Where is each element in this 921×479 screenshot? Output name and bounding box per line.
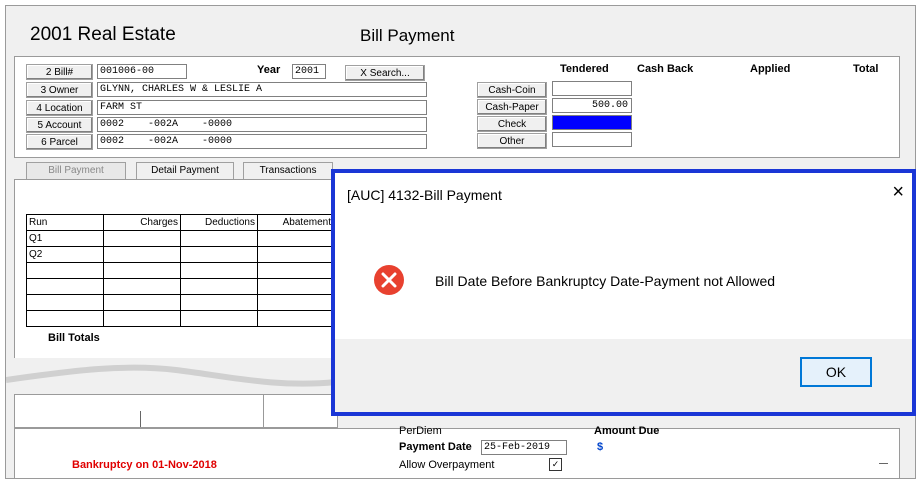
location-button[interactable]: 4 Location xyxy=(26,100,93,116)
grid-cell[interactable] xyxy=(180,246,258,263)
grid-header-deductions: Deductions xyxy=(180,214,258,231)
cash-coin-field[interactable] xyxy=(552,81,632,96)
check-button[interactable]: Check xyxy=(477,116,547,132)
grid-header-charges: Charges xyxy=(103,214,181,231)
bill-grid: Run Charges Deductions Abatements Q1 Q2 xyxy=(26,214,339,327)
dialog-message: Bill Date Before Bankruptcy Date-Payment… xyxy=(435,273,776,289)
cash-paper-button[interactable]: Cash-Paper xyxy=(477,99,547,115)
grid-cell[interactable] xyxy=(103,230,181,247)
applied-header: Applied xyxy=(750,63,791,75)
grid-cell[interactable] xyxy=(257,246,339,263)
grid-cell[interactable] xyxy=(26,294,104,311)
table-row[interactable] xyxy=(26,310,339,327)
dialog-footer: OK xyxy=(335,339,912,412)
lookup-panel: 2 Bill# 001006-00 Year 2001 X Search... … xyxy=(14,56,900,158)
table-row[interactable]: Q1 xyxy=(26,230,339,247)
payment-date-field[interactable]: 25-Feb-2019 xyxy=(481,440,567,455)
allow-overpayment-label: Allow Overpayment xyxy=(399,459,495,471)
payment-summary-panel: PerDiem Amount Due Payment Date 25-Feb-2… xyxy=(14,425,900,478)
grid-cell[interactable] xyxy=(257,278,339,295)
grid-header-row: Run Charges Deductions Abatements xyxy=(26,214,339,231)
amount-due-value: $ xyxy=(597,441,604,453)
cash-coin-button[interactable]: Cash-Coin xyxy=(477,82,547,98)
cash-back-header: Cash Back xyxy=(637,63,694,75)
location-field[interactable]: FARM ST xyxy=(97,100,427,115)
grid-cell[interactable] xyxy=(103,294,181,311)
bankruptcy-notice: Bankruptcy on 01-Nov-2018 xyxy=(72,459,217,471)
grid-cell[interactable] xyxy=(180,262,258,279)
screen-title: Bill Payment xyxy=(360,26,455,45)
grid-cell[interactable]: Q2 xyxy=(26,246,104,263)
ok-button[interactable]: OK xyxy=(800,357,872,387)
year-label: Year xyxy=(257,64,281,76)
table-row[interactable]: Q2 xyxy=(26,246,339,263)
grid-cell[interactable] xyxy=(257,262,339,279)
grid-cell[interactable] xyxy=(103,278,181,295)
grid-cell[interactable] xyxy=(180,278,258,295)
account-field[interactable]: 0002 -002A -0000 xyxy=(97,117,427,132)
grid-divider xyxy=(263,395,264,427)
grid-cell[interactable] xyxy=(257,294,339,311)
search-button[interactable]: X Search... xyxy=(345,65,425,81)
per-diem-label: PerDiem xyxy=(399,425,442,437)
grid-cell[interactable] xyxy=(103,262,181,279)
grid-cell[interactable] xyxy=(257,230,339,247)
grid-cell[interactable]: Q1 xyxy=(26,230,104,247)
grid-header-run: Run xyxy=(26,214,104,231)
allow-overpayment-checkbox[interactable]: ✓ xyxy=(549,458,562,471)
grid-cell[interactable] xyxy=(180,230,258,247)
amount-due-label: Amount Due xyxy=(594,425,660,437)
tab-transactions[interactable]: Transactions xyxy=(243,162,333,180)
tab-bill-payment[interactable]: Bill Payment xyxy=(26,162,126,180)
parcel-field[interactable]: 0002 -002A -0000 xyxy=(97,134,427,149)
owner-button[interactable]: 3 Owner xyxy=(26,82,93,98)
grid-cell[interactable] xyxy=(103,246,181,263)
bill-number-button[interactable]: 2 Bill# xyxy=(26,64,93,80)
table-row[interactable] xyxy=(26,278,339,295)
bill-totals-label: Bill Totals xyxy=(48,332,100,344)
parcel-button[interactable]: 6 Parcel xyxy=(26,134,93,150)
grid-cell[interactable] xyxy=(257,310,339,327)
grid-cell[interactable] xyxy=(103,310,181,327)
error-dialog: [AUC] 4132-Bill Payment × Bill Date Befo… xyxy=(331,169,916,416)
app-title: 2001 Real Estate xyxy=(30,24,176,45)
grid-divider xyxy=(140,411,141,427)
table-row[interactable] xyxy=(26,262,339,279)
dialog-title: [AUC] 4132-Bill Payment xyxy=(347,187,502,203)
tab-detail-payment[interactable]: Detail Payment xyxy=(136,162,234,180)
bill-number-field[interactable]: 001006-00 xyxy=(97,64,187,79)
grid-cell[interactable] xyxy=(180,310,258,327)
grid-header-abatements: Abatements xyxy=(257,214,339,231)
payment-date-label: Payment Date xyxy=(399,441,472,453)
account-button[interactable]: 5 Account xyxy=(26,117,93,133)
tendered-header: Tendered xyxy=(560,63,609,75)
total-header: Total xyxy=(853,63,879,75)
lower-grid-fragment xyxy=(14,394,338,428)
grid-cell[interactable] xyxy=(26,278,104,295)
grid-cell[interactable] xyxy=(26,310,104,327)
minimize-indicator xyxy=(879,463,888,464)
check-field[interactable] xyxy=(552,115,632,130)
cash-paper-field[interactable]: 500.00 xyxy=(552,98,632,113)
other-button[interactable]: Other xyxy=(477,133,547,149)
year-field[interactable]: 2001 xyxy=(292,64,326,79)
grid-cell[interactable] xyxy=(26,262,104,279)
error-icon xyxy=(374,265,404,295)
owner-field[interactable]: GLYNN, CHARLES W & LESLIE A xyxy=(97,82,427,97)
grid-cell[interactable] xyxy=(180,294,258,311)
table-row[interactable] xyxy=(26,294,339,311)
other-field[interactable] xyxy=(552,132,632,147)
close-icon[interactable]: × xyxy=(892,181,904,204)
